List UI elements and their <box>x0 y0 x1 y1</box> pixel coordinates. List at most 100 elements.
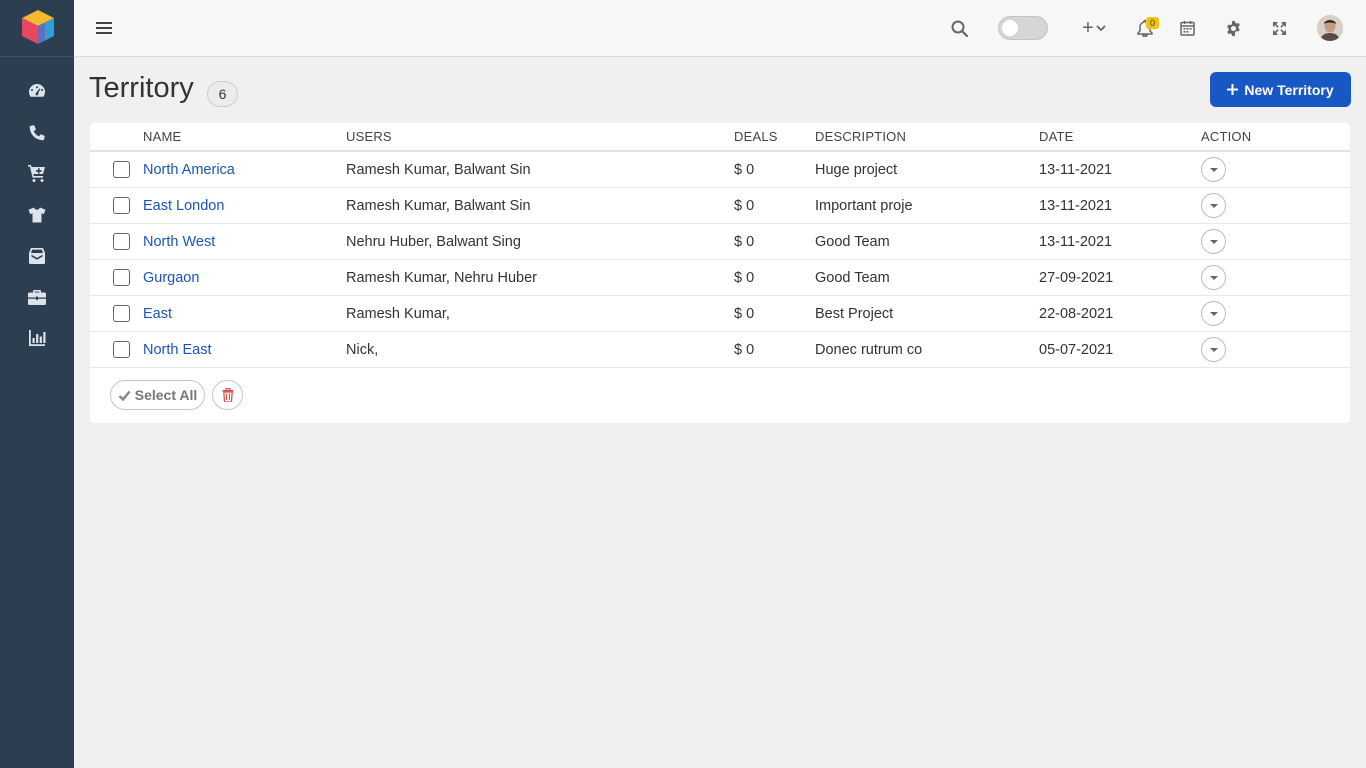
column-header-users[interactable]: USERS <box>346 129 392 144</box>
row-action-dropdown[interactable] <box>1201 301 1226 326</box>
menu-toggle-button[interactable] <box>89 14 119 42</box>
territory-deals: $ 0 <box>734 162 755 178</box>
row-action-dropdown[interactable] <box>1201 229 1226 254</box>
plus-icon <box>1227 84 1239 95</box>
tshirt-icon <box>28 207 46 223</box>
sidebar-item-dashboard[interactable] <box>22 76 52 106</box>
table-row: Gurgaon Ramesh Kumar, Nehru Huber $ 0 Go… <box>90 260 1350 296</box>
page-title: Territory <box>89 72 194 104</box>
caret-down-icon <box>1209 311 1218 316</box>
territory-date: 13-11-2021 <box>1039 198 1113 214</box>
row-checkbox[interactable] <box>113 233 130 250</box>
new-territory-button[interactable]: New Territory <box>1210 72 1351 107</box>
territory-table-card: NAME USERS DEALS DESCRIPTION DATE ACTION… <box>90 123 1350 423</box>
sidebar-item-sales[interactable] <box>22 158 52 188</box>
territory-date: 13-11-2021 <box>1039 234 1113 250</box>
row-checkbox[interactable] <box>113 161 130 178</box>
territory-date: 22-08-2021 <box>1039 306 1114 322</box>
caret-down-icon <box>1209 167 1218 172</box>
territory-users: Ramesh Kumar, <box>346 306 450 322</box>
row-action-dropdown[interactable] <box>1201 193 1226 218</box>
delete-selected-button[interactable] <box>212 380 243 410</box>
select-all-button[interactable]: Select All <box>110 380 205 410</box>
theme-toggle[interactable] <box>998 16 1048 40</box>
top-bar: + 0 <box>74 0 1366 57</box>
row-action-dropdown[interactable] <box>1201 337 1226 362</box>
territory-users: Nick, <box>346 342 379 358</box>
caret-down-icon <box>1209 275 1218 280</box>
territory-deals: $ 0 <box>734 306 755 322</box>
expand-icon <box>1272 21 1286 35</box>
sidebar <box>0 0 74 768</box>
briefcase-icon <box>28 290 46 305</box>
sidebar-item-projects[interactable] <box>22 282 52 312</box>
territory-description: Best Project <box>815 306 894 322</box>
table-row: East London Ramesh Kumar, Balwant Sin $ … <box>90 188 1350 224</box>
table-row: East Ramesh Kumar, $ 0 Best Project 22-0… <box>90 296 1350 332</box>
caret-down-icon <box>1209 347 1218 352</box>
phone-icon <box>29 125 45 141</box>
sidebar-item-calls[interactable] <box>22 117 52 147</box>
search-button[interactable] <box>944 14 974 42</box>
fullscreen-button[interactable] <box>1264 14 1294 42</box>
plus-icon: + <box>1082 17 1094 39</box>
table-row: North West Nehru Huber, Balwant Sing $ 0… <box>90 224 1350 260</box>
sidebar-item-inbox[interactable] <box>22 241 52 271</box>
territory-name-link[interactable]: East London <box>143 198 224 214</box>
new-territory-label: New Territory <box>1244 81 1334 98</box>
caret-down-icon <box>1209 203 1218 208</box>
territory-description: Donec rutrum co <box>815 342 923 358</box>
territory-name-link[interactable]: Gurgaon <box>143 270 199 286</box>
row-checkbox[interactable] <box>113 197 130 214</box>
trash-icon <box>222 388 233 402</box>
territory-deals: $ 0 <box>734 270 755 286</box>
user-avatar[interactable] <box>1317 15 1343 41</box>
territory-date: 13-11-2021 <box>1039 162 1113 178</box>
territory-description: Huge project <box>815 162 898 178</box>
table-row: North East Nick, $ 0 Donec rutrum co 05-… <box>90 332 1350 368</box>
table-header: NAME USERS DEALS DESCRIPTION DATE ACTION <box>90 123 1350 152</box>
gear-icon <box>1226 20 1240 36</box>
hamburger-icon <box>96 22 112 34</box>
territory-name-link[interactable]: North America <box>143 162 235 178</box>
sidebar-item-products[interactable] <box>22 200 52 230</box>
quick-add-button[interactable]: + <box>1076 14 1112 42</box>
toggle-knob <box>1002 20 1018 36</box>
column-header-description[interactable]: DESCRIPTION <box>815 129 906 144</box>
territory-users: Nehru Huber, Balwant Sing <box>346 234 521 250</box>
row-action-dropdown[interactable] <box>1201 157 1226 182</box>
territory-description: Important proje <box>815 198 913 214</box>
territory-name-link[interactable]: North West <box>143 234 215 250</box>
territory-name-link[interactable]: East <box>143 306 172 322</box>
sidebar-item-reports[interactable] <box>22 323 52 353</box>
territory-description: Good Team <box>815 234 890 250</box>
caret-down-icon <box>1209 239 1218 244</box>
table-row: North America Ramesh Kumar, Balwant Sin … <box>90 152 1350 188</box>
column-header-deals[interactable]: DEALS <box>734 129 778 144</box>
avatar-image <box>1317 15 1343 41</box>
row-checkbox[interactable] <box>113 341 130 358</box>
select-all-label: Select All <box>134 387 198 403</box>
inbox-icon <box>29 248 45 264</box>
row-action-dropdown[interactable] <box>1201 265 1226 290</box>
column-header-date[interactable]: DATE <box>1039 129 1074 144</box>
row-checkbox[interactable] <box>113 305 130 322</box>
sidebar-divider <box>0 56 74 57</box>
territory-date: 27-09-2021 <box>1039 270 1114 286</box>
calendar-button[interactable] <box>1172 14 1202 42</box>
territory-users: Ramesh Kumar, Nehru Huber <box>346 270 537 286</box>
check-icon <box>118 390 131 401</box>
column-header-name[interactable]: NAME <box>143 129 181 144</box>
settings-button[interactable] <box>1218 14 1248 42</box>
record-count-badge: 6 <box>207 81 238 107</box>
cart-icon <box>28 165 45 182</box>
territory-deals: $ 0 <box>734 342 755 358</box>
notification-count-badge: 0 <box>1146 17 1159 29</box>
territory-users: Ramesh Kumar, Balwant Sin <box>346 198 531 214</box>
chevron-down-icon <box>1096 25 1106 32</box>
dashboard-icon <box>29 84 45 97</box>
app-logo[interactable] <box>19 8 57 46</box>
row-checkbox[interactable] <box>113 269 130 286</box>
territory-name-link[interactable]: North East <box>143 342 212 358</box>
bar-chart-icon <box>29 330 46 346</box>
